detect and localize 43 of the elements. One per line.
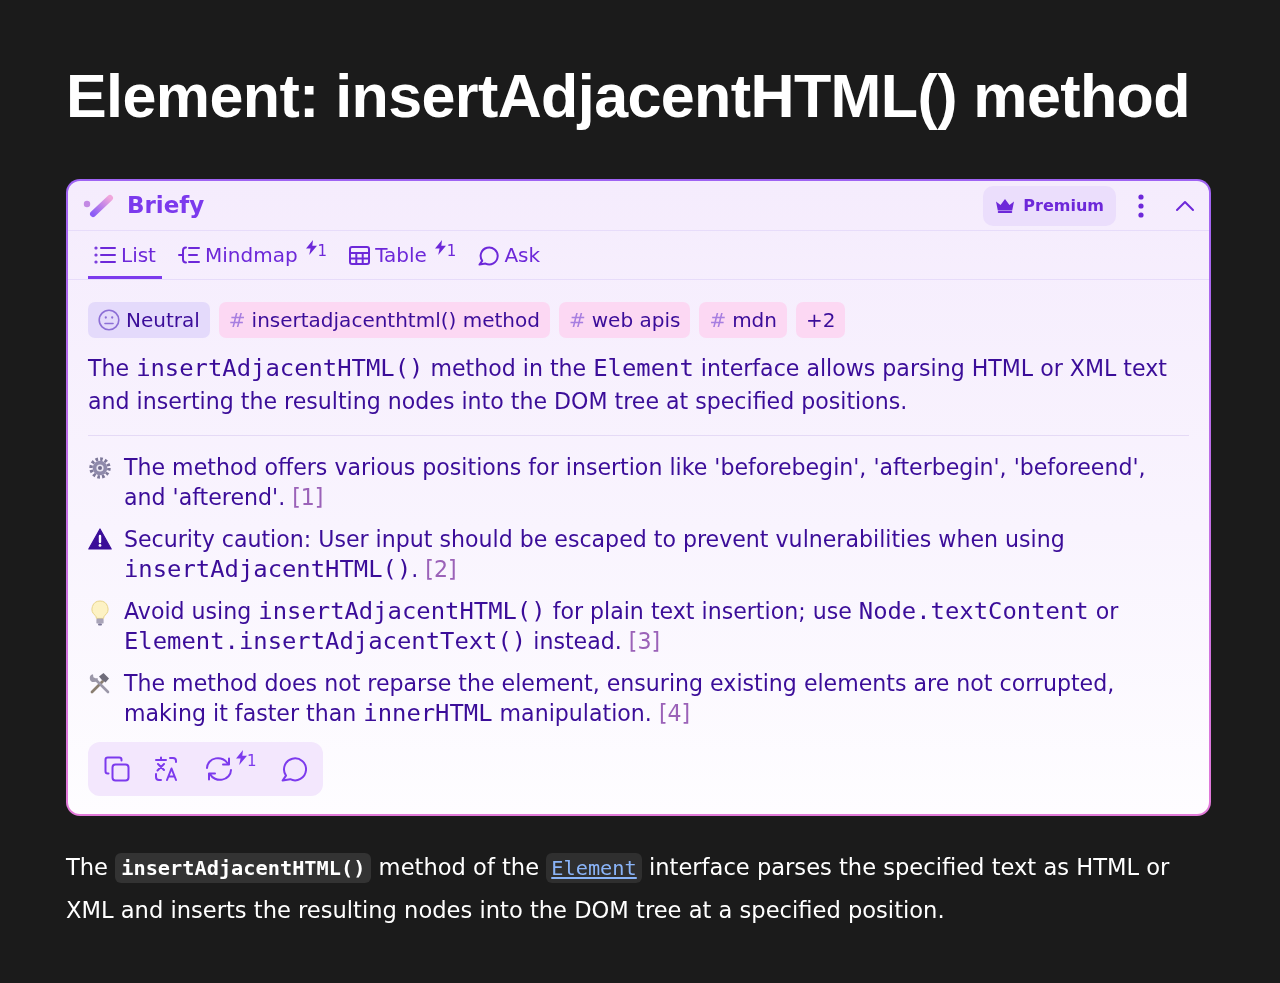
tab[interactable]: Mindmap 1 xyxy=(171,231,334,280)
chat-bubble-icon[interactable] xyxy=(280,756,307,783)
citation-link[interactable]: [2] xyxy=(425,556,457,583)
intro-paragraph: The insertAdjacentHTML() method of the Element interface parses the specified text as HTML or XML and inserts the resulting nodes into the DOM tree at a specified position. xyxy=(66,852,1171,926)
collapse-chevron-icon[interactable] xyxy=(1175,199,1195,212)
tab[interactable]: List xyxy=(88,231,162,280)
sentiment-tag[interactable]: Neutral xyxy=(88,302,210,339)
more-tags-button[interactable]: +2 xyxy=(796,302,846,339)
bullet-text: The method does not reparse the element, ensuring existing elements are not corrupted, making it faster than innerHTML manipulation. [4] xyxy=(124,669,1116,729)
bolt-icon xyxy=(434,240,446,256)
topic-tag[interactable]: # mdn xyxy=(699,302,787,339)
brand-name: Briefy xyxy=(127,191,205,221)
bullet-text: The method offers various positions for insertion like 'beforebegin', 'afterbegin', 'beforeend', and 'afterend'. [1] xyxy=(124,453,1147,513)
more-options-icon[interactable] xyxy=(1138,193,1144,218)
crown-icon xyxy=(995,198,1016,214)
refresh-icon[interactable] xyxy=(204,756,234,783)
bolt-icon xyxy=(305,240,317,256)
credit-cost: 1 xyxy=(236,750,257,773)
mindmap-icon xyxy=(177,246,200,265)
citation-link[interactable]: [3] xyxy=(628,628,661,655)
logo-icon xyxy=(83,193,115,218)
bolt-icon xyxy=(236,750,247,766)
topic-tag[interactable]: # web apis xyxy=(558,302,691,339)
citation-link[interactable]: [1] xyxy=(292,484,324,511)
bullet-text: Avoid using insertAdjacentHTML() for plain text insertion; use Node.textContent or Element.insertAdjacentText() instead. [3] xyxy=(124,596,1120,657)
bullet-text: Security caution: User input should be escaped to prevent vulnerabilities when using insertAdjacentHTML(). [2] xyxy=(124,525,1066,585)
copy-icon[interactable] xyxy=(104,756,130,783)
neutral-face-icon xyxy=(98,309,120,332)
list-icon xyxy=(94,246,116,265)
premium-button[interactable]: Premium xyxy=(983,185,1116,226)
summary-text: The insertAdjacentHTML() method in the Element interface allows parsing HTML or XML text and inserting the resulting nodes into the DOM tree at specified positions. xyxy=(88,353,1168,417)
translate-icon[interactable] xyxy=(154,756,180,783)
topic-tag[interactable]: # insertadjacenthtml() method xyxy=(218,302,550,339)
lightbulb-icon xyxy=(91,600,109,627)
warning-icon xyxy=(88,528,112,551)
page-title: Element: insertAdjacentHTML() method xyxy=(66,61,1191,132)
element-link[interactable]: Element xyxy=(546,853,642,884)
gear-icon xyxy=(88,456,112,481)
tab[interactable]: Table 1 xyxy=(343,231,463,280)
tab[interactable]: Ask xyxy=(472,231,547,280)
chat-bubble-icon xyxy=(478,244,500,266)
table-icon xyxy=(349,245,371,265)
citation-link[interactable]: [4] xyxy=(658,700,691,727)
